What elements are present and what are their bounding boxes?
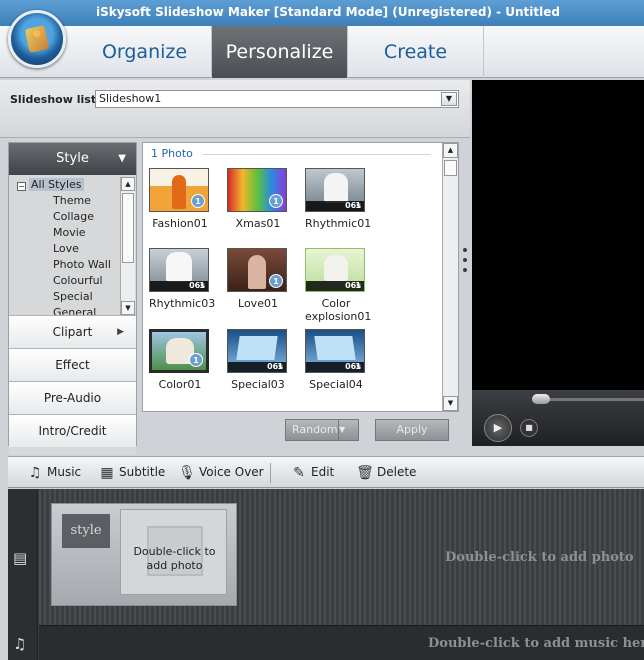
slideshow-list-bar: Slideshow list :	[0, 80, 470, 138]
play-icon[interactable]: ▶	[484, 414, 512, 442]
thumbnail-image: 06s 1	[305, 248, 365, 292]
tree-item-colourful[interactable]: Colourful	[53, 273, 103, 289]
effect-button[interactable]: Effect	[9, 348, 136, 381]
style-thumb-special04[interactable]: 06s 1 Special04	[305, 329, 367, 391]
scroll-up-icon[interactable]: ▲	[443, 143, 458, 158]
thumbnail-image: 06s 1	[305, 168, 365, 212]
timeline-clip[interactable]: style Double-click to add photo	[51, 503, 237, 606]
style-thumb-rhythmic03[interactable]: 06s 1 Rhythmic03	[149, 248, 215, 310]
splitter-grip[interactable]	[462, 248, 468, 278]
photo-track-hint: Double-click to add photo	[445, 550, 634, 565]
scroll-up-icon[interactable]: ▲	[121, 177, 135, 191]
edit-button[interactable]: ✎ Edit	[290, 457, 334, 488]
tree-item-theme[interactable]: Theme	[53, 193, 91, 209]
chevron-down-icon[interactable]: ▼	[338, 420, 358, 440]
timeline: ▤ ♫ Double-click to add photo style Doub…	[8, 489, 644, 660]
thumbnail-image: 1	[149, 329, 209, 373]
music-note-icon: ♫	[13, 635, 27, 653]
title-bar: iSkysoft Slideshow Maker [Standard Mode]…	[0, 0, 644, 26]
tab-organize[interactable]: Organize	[78, 26, 212, 78]
seek-handle[interactable]	[532, 394, 550, 404]
tab-create[interactable]: Create	[348, 26, 484, 78]
microphone-icon: 🎙	[178, 465, 196, 481]
collapse-icon[interactable]: −	[17, 182, 26, 191]
thumbnail-image: 06s 1	[149, 248, 209, 292]
tab-personalize[interactable]: Personalize	[212, 26, 348, 78]
thumbnail-image: 1	[227, 168, 287, 212]
intro-credit-button[interactable]: Intro/Credit	[9, 414, 136, 447]
player-controls: ▶ ■	[472, 390, 644, 446]
pencil-icon: ✎	[293, 465, 305, 481]
scroll-down-icon[interactable]: ▼	[443, 396, 458, 411]
chevron-right-icon: ▶	[117, 327, 124, 337]
tree-item-movie[interactable]: Movie	[53, 225, 86, 241]
gallery-scrollbar[interactable]: ▲ ▼	[442, 143, 458, 411]
header-divider	[203, 154, 431, 155]
music-note-icon: ♫	[28, 465, 42, 481]
toolbar-divider	[270, 463, 271, 483]
tree-item-photo-wall[interactable]: Photo Wall	[53, 257, 111, 273]
music-track[interactable]: Double-click to add music here	[39, 625, 644, 660]
style-thumb-special03[interactable]: 06s 1 Special03	[227, 329, 289, 391]
music-button[interactable]: ♫ Music	[26, 457, 81, 488]
delete-button[interactable]: 🗑 Delete	[356, 457, 416, 488]
pre-audio-button[interactable]: Pre-Audio	[9, 381, 136, 414]
chevron-down-icon[interactable]: ▼	[441, 92, 457, 106]
subtitle-button[interactable]: ▦ Subtitle	[98, 457, 165, 488]
apply-button[interactable]: Apply	[375, 419, 449, 441]
triangle-down-icon: ▼	[118, 153, 126, 164]
thumbnail-image: 06s 1	[305, 329, 365, 373]
thumbnail-image: 1	[149, 168, 209, 212]
style-thumb-color01[interactable]: 1 Color01	[149, 329, 211, 391]
music-track-hint: Double-click to add music here	[428, 636, 644, 651]
style-thumb-fashion01[interactable]: 1 Fashion01	[149, 168, 211, 230]
voice-over-button[interactable]: 🎙 Voice Over	[178, 457, 264, 488]
clipart-button[interactable]: Clipart ▶	[9, 315, 136, 348]
random-button[interactable]: Random ▼	[285, 419, 359, 441]
style-header-label: Style	[56, 151, 89, 166]
preview-screen	[472, 80, 644, 390]
gallery-header: 1 Photo	[151, 147, 193, 160]
slideshow-list-value: Slideshow1	[99, 92, 162, 105]
style-gallery: 1 Photo 1 Fashion01 1 Xmas01 06s 1 Rhythm…	[142, 142, 459, 412]
style-thumb-xmas01[interactable]: 1 Xmas01	[227, 168, 289, 230]
window-title: iSkysoft Slideshow Maker [Standard Mode]…	[96, 5, 560, 19]
style-tag[interactable]: style	[62, 514, 110, 548]
tree-item-collage[interactable]: Collage	[53, 209, 94, 225]
scroll-thumb[interactable]	[122, 193, 134, 263]
scroll-down-icon[interactable]: ▼	[121, 301, 135, 315]
app-logo-icon[interactable]	[8, 10, 66, 68]
tree-scrollbar[interactable]: ▲ ▼	[120, 177, 135, 315]
track-labels: ▤ ♫	[8, 489, 38, 660]
tree-item-special[interactable]: Special	[53, 289, 93, 305]
thumbnail-image: 1	[227, 248, 287, 292]
style-thumb-color-explosion01[interactable]: 06s 1 Color explosion01	[305, 248, 371, 323]
timeline-toolbar: ♫ Music ▦ Subtitle 🎙 Voice Over ✎ Edit 🗑 Dele…	[8, 456, 644, 488]
subtitle-icon: ▦	[100, 465, 114, 481]
style-thumb-love01[interactable]: 1 Love01	[227, 248, 289, 310]
trash-icon: 🗑	[356, 465, 374, 481]
stop-icon[interactable]: ■	[520, 419, 538, 437]
slideshow-list-select[interactable]: Slideshow1 ▼	[95, 90, 459, 108]
clip-hint: Double-click to add photo	[133, 545, 216, 572]
style-dropdown[interactable]: Style ▼	[9, 143, 136, 175]
photo-drop-zone[interactable]: Double-click to add photo	[120, 509, 227, 595]
slideshow-list-label: Slideshow list :	[10, 93, 105, 106]
main-nav: Organize Personalize Create	[0, 26, 644, 78]
style-panel: Style ▼ − All Styles Theme Collage Movie …	[8, 142, 137, 455]
tree-root-all-styles[interactable]: − All Styles	[17, 177, 84, 193]
tree-item-love[interactable]: Love	[53, 241, 79, 257]
film-strip-icon: ▤	[13, 549, 28, 567]
thumbnail-image: 06s 1	[227, 329, 287, 373]
scroll-thumb[interactable]	[444, 160, 457, 176]
style-thumb-rhythmic01[interactable]: 06s 1 Rhythmic01	[305, 168, 371, 230]
